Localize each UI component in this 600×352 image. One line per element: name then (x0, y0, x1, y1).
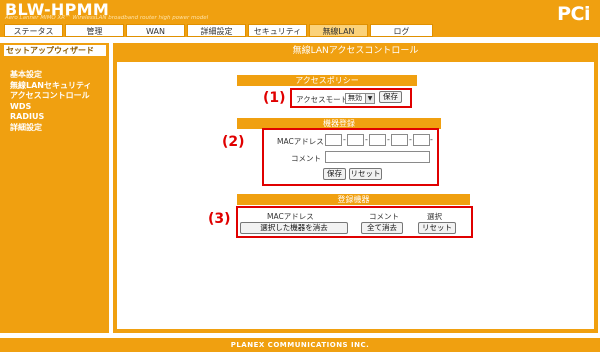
mac-octet-4-input[interactable] (391, 134, 408, 146)
page-title: 無線LANアクセスコントロール (292, 46, 419, 56)
sidebar-menu: 基本設定 無線LANセキュリティ アクセスコントロール WDS RADIUS 詳… (10, 70, 92, 133)
mac-address-label: MACアドレス (277, 137, 324, 146)
comment-input[interactable] (325, 151, 430, 163)
mac-octet-1-input[interactable] (325, 134, 342, 146)
sidebar-item-wds[interactable]: WDS (10, 102, 92, 113)
mac-octet-2-input[interactable] (347, 134, 364, 146)
sidebar-item-basic[interactable]: 基本設定 (10, 70, 92, 81)
tab-log[interactable]: ログ (370, 24, 433, 37)
registered-reset-button[interactable]: リセット (418, 222, 456, 234)
column-mac-address: MACアドレス (267, 212, 314, 221)
tab-wan[interactable]: WAN (126, 24, 185, 37)
register-save-button[interactable]: 保存 (323, 168, 346, 180)
sidebar-item-setup-wizard[interactable]: セットアップウィザード (4, 45, 106, 56)
mac-octet-5-input[interactable] (413, 134, 430, 146)
access-mode-select[interactable]: 無効 ▼ (345, 93, 375, 104)
sidebar: セットアップウィザード 基本設定 無線LANセキュリティ アクセスコントロール … (0, 43, 109, 333)
mac-separator: - (409, 135, 412, 144)
access-mode-value: 無効 (348, 94, 362, 102)
tab-advanced[interactable]: 詳細設定 (187, 24, 246, 37)
sidebar-item-wlan-security[interactable]: 無線LANセキュリティ (10, 81, 92, 92)
sidebar-item-radius[interactable]: RADIUS (10, 112, 92, 123)
mac-separator: - (343, 135, 346, 144)
tab-security[interactable]: セキュリティ (248, 24, 307, 37)
callout-number-3: (3) (208, 211, 231, 227)
sidebar-item-access-control[interactable]: アクセスコントロール (10, 91, 92, 102)
access-policy-header: アクセスポリシー (237, 75, 417, 86)
pci-logo: PCi (557, 3, 590, 25)
column-select: 選択 (427, 212, 442, 221)
tab-wireless-lan[interactable]: 無線LAN (309, 24, 368, 37)
delete-all-button[interactable]: 全て消去 (361, 222, 403, 234)
register-reset-button[interactable]: リセット (349, 168, 382, 180)
callout-number-1: (1) (263, 90, 286, 106)
chevron-down-icon: ▼ (365, 94, 374, 103)
product-subtitle: Aero Lanner MIMO XR™ WirelessLAN broadba… (5, 15, 209, 21)
callout-number-2: (2) (222, 134, 245, 150)
mac-separator: - (365, 135, 368, 144)
mac-octet-3-input[interactable] (369, 134, 386, 146)
registered-devices-header: 登録機器 (237, 194, 470, 205)
header-bar: BLW-HPMM Aero Lanner MIMO XR™ WirelessLA… (0, 0, 600, 25)
access-mode-label: アクセスモード (296, 95, 349, 104)
policy-save-button[interactable]: 保存 (379, 91, 402, 103)
mac-separator: - (387, 135, 390, 144)
column-comment: コメント (369, 212, 399, 221)
mac-separator: - (430, 135, 433, 144)
sidebar-item-advanced[interactable]: 詳細設定 (10, 123, 92, 134)
footer: PLANEX COMMUNICATIONS INC. (0, 338, 600, 352)
tab-management[interactable]: 管理 (65, 24, 124, 37)
comment-label: コメント (291, 154, 321, 163)
tab-status[interactable]: ステータス (4, 24, 63, 37)
delete-selected-button[interactable]: 選択した機器を消去 (240, 222, 348, 234)
top-tabs: ステータス 管理 WAN 詳細設定 セキュリティ 無線LAN ログ (0, 24, 600, 37)
